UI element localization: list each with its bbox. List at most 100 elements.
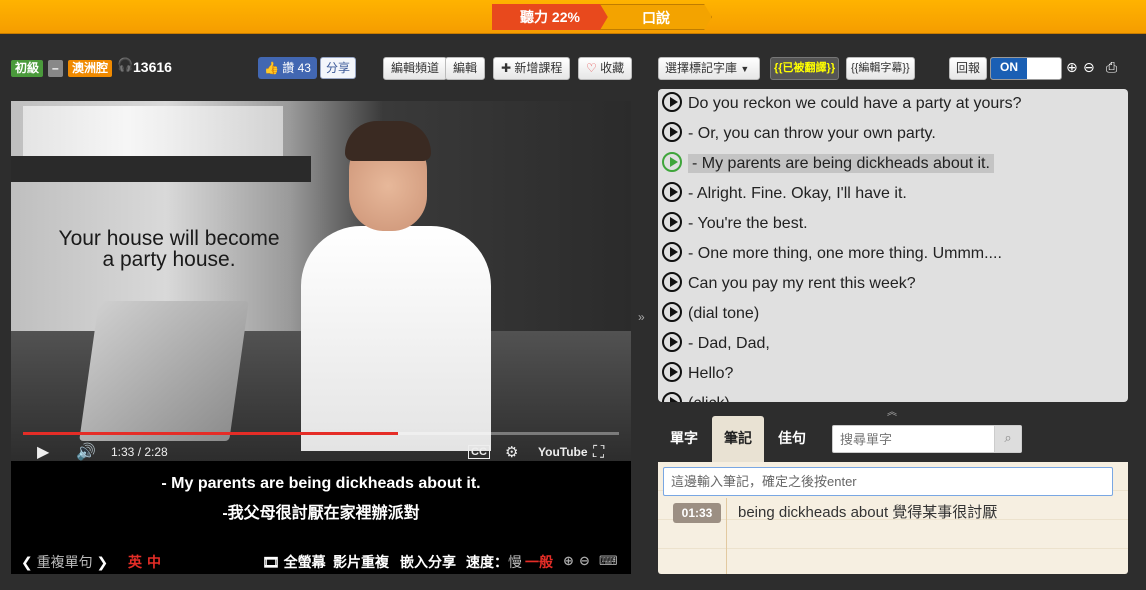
note-text: being dickheads about 覺得某事很討厭 xyxy=(738,504,998,521)
play-circle-icon[interactable] xyxy=(662,331,682,352)
play-circle-icon[interactable] xyxy=(662,151,682,172)
print-icon[interactable]: ⎙ xyxy=(1106,60,1117,76)
translated-tag[interactable]: {{已被翻譯}} xyxy=(770,57,840,80)
search-icon[interactable]: ⌕ xyxy=(994,426,1021,452)
heart-icon: ♡ xyxy=(586,61,597,75)
step-listening[interactable]: 聽力 22% xyxy=(492,4,608,30)
note-input[interactable]: 這邊輸入筆記，確定之後按enter xyxy=(663,467,1113,496)
repeat-sentence-control[interactable]: ❮ 重複單句 ❯ xyxy=(21,553,108,571)
overlay-line-2: a party house. xyxy=(102,248,236,271)
step-speaking[interactable]: 口說 xyxy=(600,4,712,30)
chevron-right-icon[interactable]: ❯ xyxy=(97,555,109,571)
word-search: ⌕ xyxy=(832,425,1022,453)
keyboard-icon[interactable]: ⌨ xyxy=(599,553,618,571)
video-time: 1:33 / 2:28 xyxy=(111,445,168,459)
zoom-out-icon[interactable]: ⊖ xyxy=(1083,60,1095,76)
play-circle-icon[interactable] xyxy=(662,361,682,382)
play-circle-icon[interactable] xyxy=(662,121,682,142)
play-circle-icon[interactable] xyxy=(662,211,682,232)
play-circle-icon[interactable] xyxy=(662,181,682,202)
headphones-icon: 🎧 xyxy=(117,58,134,73)
lang-english-toggle[interactable]: 英 xyxy=(128,553,142,571)
subtitle-line[interactable]: (dial tone) xyxy=(662,299,759,329)
laptop xyxy=(79,301,249,441)
subtitle-line[interactable]: - My parents are being dickheads about i… xyxy=(662,149,994,179)
play-circle-icon[interactable] xyxy=(662,91,682,112)
dict-select[interactable]: 選擇標記字庫 ▼ xyxy=(658,57,760,80)
notes-panel: 這邊輸入筆記，確定之後按enter 01:33 being dickheads … xyxy=(658,462,1128,574)
settings-icon[interactable]: ⚙ xyxy=(505,441,518,463)
play-icon[interactable]: ▶ xyxy=(37,441,49,463)
facebook-share-button[interactable]: 分享 xyxy=(320,57,357,79)
subtitle-line[interactable]: - Or, you can throw your own party. xyxy=(662,119,936,149)
wall-shelf xyxy=(11,156,311,182)
report-button[interactable]: 回報 xyxy=(949,57,988,80)
video-frame: Your house will become a party house. xyxy=(11,101,631,461)
zoom-in-icon[interactable]: ⊕ xyxy=(563,553,574,571)
overlay-line-1: Your house will become xyxy=(58,227,280,250)
play-circle-icon[interactable] xyxy=(662,271,682,292)
edit-subtitles-button[interactable]: {{編輯字幕}} xyxy=(846,57,915,80)
accent-badge: 澳洲腔 xyxy=(68,60,113,77)
subtitle-line[interactable]: - One more thing, one more thing. Ummm..… xyxy=(662,239,1002,269)
speed-label: 速度： xyxy=(466,554,508,570)
zoom-in-icon[interactable]: ⊕ xyxy=(1066,60,1078,76)
subtitle-line[interactable]: - You're the best. xyxy=(662,209,808,239)
subtitle-chinese: -我父母很討厭在家裡辦派對 xyxy=(222,505,420,522)
youtube-logo-icon[interactable]: YouTube xyxy=(538,441,588,463)
dict-select-label: 選擇標記字庫 xyxy=(665,61,738,75)
tab-notes[interactable]: 筆記 xyxy=(712,416,764,462)
video-progress-fill xyxy=(23,432,399,435)
like-label: 讚 43 xyxy=(282,61,311,75)
subtitle-line-text: - One more thing, one more thing. Ummm..… xyxy=(688,245,1002,262)
subtitle-line[interactable]: Hello? xyxy=(662,359,733,389)
subtitle-line[interactable]: - Alright. Fine. Okay, I'll have it. xyxy=(662,179,907,209)
zoom-out-icon[interactable]: ⊖ xyxy=(579,553,590,571)
view-count: 13616 xyxy=(133,59,172,75)
edit-channel-button[interactable]: 編輯頻道 xyxy=(383,57,448,80)
play-circle-icon[interactable] xyxy=(662,241,682,262)
video-progress-bar[interactable] xyxy=(23,432,619,435)
thumbs-up-icon: 👍 xyxy=(264,61,279,75)
subtitle-line-text: Can you pay my rent this week? xyxy=(688,275,916,292)
speed-normal-option[interactable]: 一般 xyxy=(525,553,553,571)
embed-share-button[interactable]: 嵌入分享 xyxy=(400,553,456,571)
subtitle-line[interactable]: - Dad, Dad, xyxy=(662,329,770,359)
speed-slow-option[interactable]: 慢 xyxy=(508,553,522,571)
video-player[interactable]: Your house will become a party house. ▶ … xyxy=(11,101,631,574)
volume-icon[interactable]: 🔊 xyxy=(76,441,96,463)
subtitle-list[interactable]: Do you reckon we could have a party at y… xyxy=(658,89,1128,402)
cc-icon[interactable]: CC xyxy=(468,445,490,459)
auto-scroll-toggle[interactable]: ON xyxy=(990,57,1062,80)
note-time-badge[interactable]: 01:33 xyxy=(673,503,721,523)
subtitle-english: - My parents are being dickheads about i… xyxy=(161,475,481,492)
edit-button[interactable]: 編輯 xyxy=(445,57,486,80)
film-icon: 🎞 xyxy=(262,555,280,571)
tab-words[interactable]: 單字 xyxy=(658,416,710,462)
chevron-left-icon[interactable]: ❮ xyxy=(21,555,33,571)
lang-chinese-toggle[interactable]: 中 xyxy=(147,553,161,571)
top-bar: 聽力 22% 口說 xyxy=(0,0,1146,34)
like-button[interactable]: 👍 讚 43 xyxy=(258,57,317,79)
caret-down-icon: ▼ xyxy=(740,64,750,74)
play-circle-icon[interactable] xyxy=(662,301,682,322)
subtitle-line[interactable]: Do you reckon we could have a party at y… xyxy=(662,89,1022,119)
fullscreen-button[interactable]: 🎞 全螢幕 xyxy=(262,553,326,571)
tab-sentences[interactable]: 佳句 xyxy=(766,416,818,462)
word-search-input[interactable] xyxy=(833,426,995,452)
shelf-items xyxy=(23,106,283,156)
subtitle-line-text: (click) xyxy=(688,395,730,402)
person-in-video xyxy=(301,121,491,451)
subtitle-line[interactable]: (click) xyxy=(662,389,730,402)
video-overlay-text: Your house will become a party house. xyxy=(39,228,299,270)
subtitle-line-text: (dial tone) xyxy=(688,305,760,322)
subtitle-line-text: - You're the best. xyxy=(688,215,808,232)
subtitle-line-text: - My parents are being dickheads about i… xyxy=(688,154,994,173)
video-replay-button[interactable]: 影片重複 xyxy=(333,553,389,571)
collapse-panel-icon[interactable]: » xyxy=(638,310,645,324)
add-course-button[interactable]: ✚ 新增課程 xyxy=(493,57,571,80)
collect-button[interactable]: ♡ 收藏 xyxy=(578,57,633,80)
fullscreen-icon[interactable]: ⛶ xyxy=(593,441,604,463)
subtitle-line[interactable]: Can you pay my rent this week? xyxy=(662,269,916,299)
play-circle-icon[interactable] xyxy=(662,391,682,402)
